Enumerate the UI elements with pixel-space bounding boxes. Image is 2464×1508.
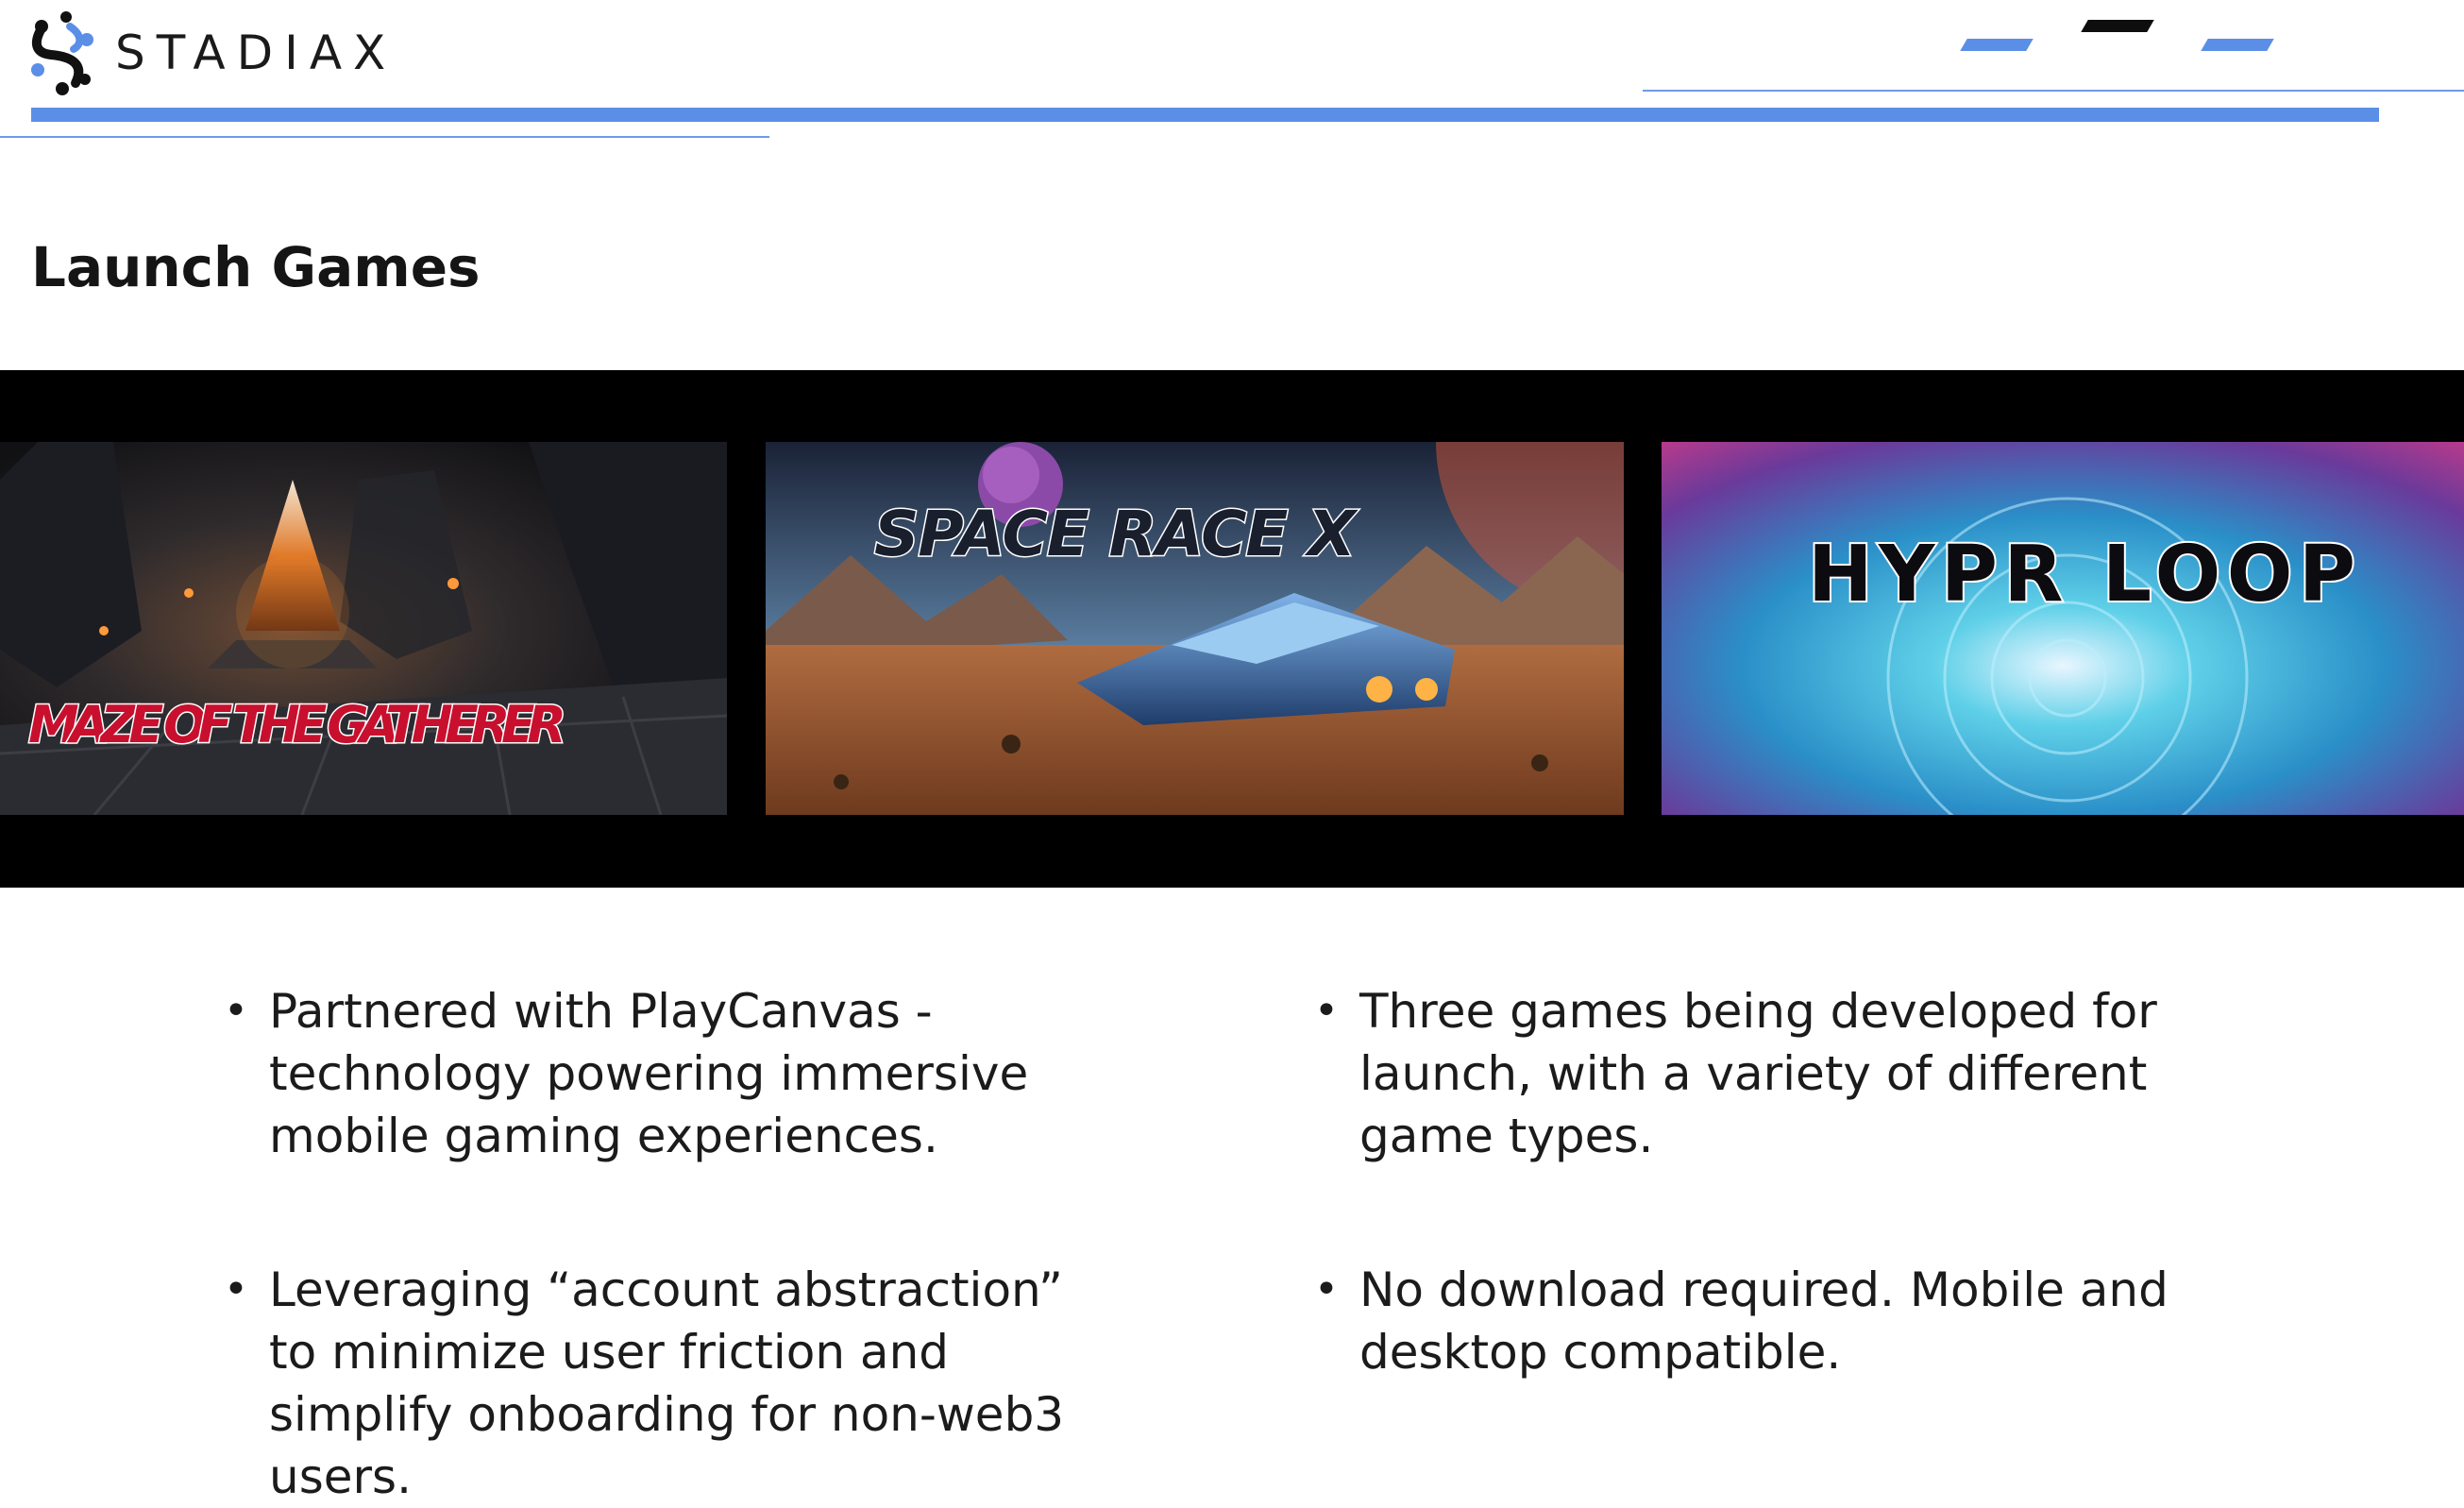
- game-title-maze: MAZE OF THE GATHERER: [28, 695, 566, 754]
- game-art-space: SPACE RACE X: [766, 442, 1624, 815]
- game-title-space: SPACE RACE X: [874, 498, 1359, 570]
- page-title: Launch Games: [31, 235, 481, 299]
- decorative-line: [1643, 90, 2464, 92]
- game-card-hypr-loop[interactable]: HYPR LOOP: [1662, 442, 2464, 815]
- bullet-glyph: •: [1314, 987, 1339, 1035]
- feature-bullet: • No download required. Mobile and deskt…: [1314, 1259, 2209, 1383]
- bullet-glyph: •: [224, 1265, 248, 1313]
- bullet-text: Three games being developed for launch, …: [1359, 984, 2157, 1163]
- game-card-space-race-x[interactable]: SPACE RACE X: [766, 442, 1624, 815]
- game-art-maze: MAZE OF THE GATHERER: [0, 442, 727, 815]
- decorative-dash: [2081, 20, 2154, 32]
- feature-bullet: • Partnered with PlayCanvas - technology…: [224, 980, 1119, 1167]
- bullet-text: No download required. Mobile and desktop…: [1359, 1262, 2169, 1380]
- bullet-glyph: •: [224, 987, 248, 1035]
- decorative-dash: [1960, 39, 2034, 51]
- bullet-text: Partnered with PlayCanvas - technology p…: [269, 984, 1029, 1163]
- game-card-maze-of-the-gatherer[interactable]: MAZE OF THE GATHERER: [0, 442, 727, 815]
- brand-name: STADIAX: [115, 25, 397, 80]
- bullet-text: Leveraging “account abstraction” to mini…: [269, 1262, 1065, 1504]
- games-banner: MAZE OF THE GATHERER SPACE RACE X HYPR L…: [0, 370, 2464, 888]
- stadiax-logo-icon: [28, 9, 96, 96]
- game-title-hypr: HYPR LOOP: [1808, 530, 2355, 619]
- header-accent-bar: [31, 108, 2379, 122]
- decorative-dash: [2201, 39, 2274, 51]
- feature-bullet: • Leveraging “account abstraction” to mi…: [224, 1259, 1119, 1508]
- feature-bullet: • Three games being developed for launch…: [1314, 980, 2209, 1167]
- decorative-line: [0, 136, 769, 138]
- game-art-hypr: HYPR LOOP: [1662, 442, 2464, 815]
- bullet-glyph: •: [1314, 1265, 1339, 1313]
